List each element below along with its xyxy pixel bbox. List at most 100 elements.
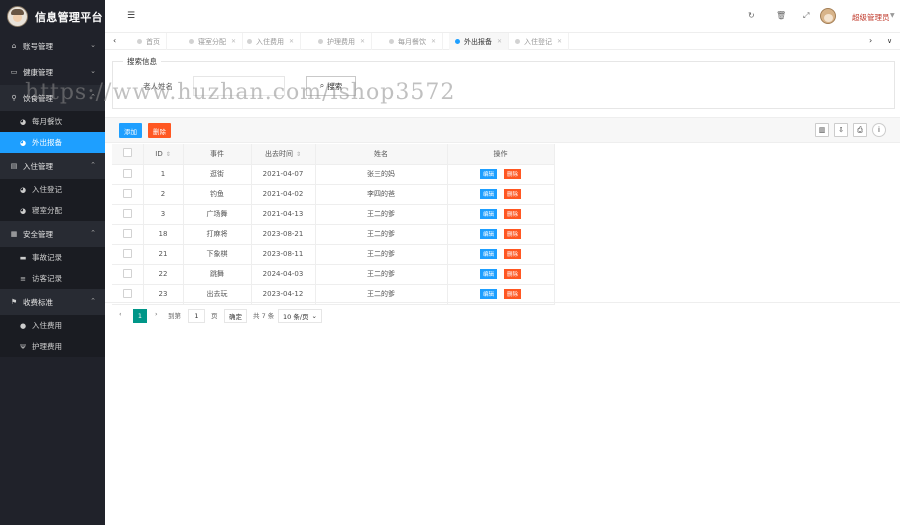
- tabs-prev-icon[interactable]: ‹: [113, 36, 116, 45]
- close-icon[interactable]: ✕: [431, 38, 436, 45]
- sidebar-group-header[interactable]: ⌂ 账号管理 ⌄: [0, 33, 105, 59]
- edit-button[interactable]: 编辑: [479, 269, 497, 279]
- row-checkbox-cell[interactable]: [112, 264, 144, 285]
- edit-button[interactable]: 编辑: [479, 249, 497, 259]
- close-icon[interactable]: ✕: [557, 38, 562, 45]
- tab[interactable]: 入住登记 ✕: [509, 33, 570, 50]
- tab[interactable]: 寝室分配 ✕: [183, 33, 244, 50]
- row-checkbox-cell[interactable]: [112, 284, 144, 305]
- sidebar-item[interactable]: ◕ 每月餐饮: [0, 111, 105, 132]
- sidebar-item[interactable]: ≡ 访客记录: [0, 268, 105, 289]
- table-row[interactable]: 22 跳舞 2024-04-03 王二的爹 编辑 删除: [112, 264, 555, 285]
- table-row[interactable]: 18 打麻将 2023-08-21 王二的爹 编辑 删除: [112, 224, 555, 245]
- row-delete-button[interactable]: 删除: [504, 269, 522, 279]
- print-icon[interactable]: ⎙: [853, 123, 867, 137]
- export-icon[interactable]: ⇩: [834, 123, 848, 137]
- tab-label: 入住费用: [256, 37, 284, 46]
- tab-label: 首页: [146, 37, 160, 46]
- tab[interactable]: 首页: [131, 33, 167, 50]
- sidebar-item[interactable]: ◕ 寝室分配: [0, 200, 105, 221]
- pager-prev-icon[interactable]: ‹: [119, 310, 122, 318]
- checkbox-icon[interactable]: [122, 228, 132, 238]
- logo[interactable]: 信息管理平台: [0, 0, 105, 33]
- pager-size-select[interactable]: 10 条/页 ⌄: [278, 309, 322, 323]
- sidebar-item[interactable]: ● 入住费用: [0, 315, 105, 336]
- checkbox-icon[interactable]: [122, 188, 132, 198]
- row-delete-button[interactable]: 删除: [504, 289, 522, 299]
- column-header-label: 姓名: [374, 149, 388, 158]
- cell-time: 2021-04-13: [251, 204, 316, 225]
- delete-button[interactable]: 删除: [148, 123, 171, 138]
- checkbox-icon[interactable]: [122, 288, 132, 298]
- sidebar-group: ▦ 安全管理 ⌃ ▬ 事故记录 ≡ 访客记录: [0, 221, 105, 289]
- tab[interactable]: 护理费用 ✕: [312, 33, 373, 50]
- row-checkbox-cell[interactable]: [112, 244, 144, 265]
- table-row[interactable]: 3 广场舞 2021-04-13 王二的爹 编辑 删除: [112, 204, 555, 225]
- table-row[interactable]: 23 出去玩 2023-04-12 王二的爹 编辑 删除: [112, 284, 555, 305]
- tabs-menu-icon[interactable]: ∨: [887, 37, 892, 45]
- row-checkbox-cell[interactable]: [112, 224, 144, 245]
- table-panel: 添加 删除 ▥ ⇩ ⎙ i ID ⇕ 事件 出去时间 ⇕ 姓名 操作 1 逛街 20…: [105, 117, 900, 329]
- sort-icon[interactable]: ⇕: [296, 151, 301, 158]
- header-checkbox[interactable]: [112, 144, 144, 165]
- checkbox-icon[interactable]: [122, 248, 132, 258]
- row-delete-button[interactable]: 删除: [504, 249, 522, 259]
- sidebar-group-header[interactable]: ▤ 入住管理 ⌃: [0, 153, 105, 179]
- checkbox-icon[interactable]: [122, 168, 132, 178]
- row-delete-button[interactable]: 删除: [504, 189, 522, 199]
- columns-icon[interactable]: ▥: [815, 123, 829, 137]
- sidebar-item[interactable]: ◕ 入住登记: [0, 179, 105, 200]
- row-delete-button[interactable]: 删除: [504, 169, 522, 179]
- refresh-icon[interactable]: ↻: [748, 11, 755, 20]
- column-header-event: 事件: [183, 144, 252, 165]
- checkbox-icon[interactable]: [122, 148, 132, 158]
- row-checkbox-cell[interactable]: [112, 204, 144, 225]
- tab[interactable]: 入住费用 ✕: [241, 33, 302, 50]
- pager-next-icon[interactable]: ›: [155, 310, 158, 318]
- edit-button[interactable]: 编辑: [479, 229, 497, 239]
- table-row[interactable]: 2 钓鱼 2021-04-02 李四的爸 编辑 删除: [112, 184, 555, 205]
- menu-toggle-icon[interactable]: ☰: [127, 11, 135, 21]
- table-toolbar: 添加 删除 ▥ ⇩ ⎙ i: [105, 117, 900, 143]
- add-button[interactable]: 添加: [119, 123, 142, 138]
- table-row[interactable]: 1 逛街 2021-04-07 张三的妈 编辑 删除: [112, 164, 555, 185]
- trash-icon[interactable]: 🗑: [776, 11, 786, 20]
- info-icon[interactable]: i: [872, 123, 886, 137]
- tab[interactable]: 每月餐饮 ✕: [383, 33, 444, 50]
- edit-button[interactable]: 编辑: [479, 189, 497, 199]
- checkbox-icon[interactable]: [122, 208, 132, 218]
- sidebar-group-header[interactable]: ▦ 安全管理 ⌃: [0, 221, 105, 247]
- column-header-id[interactable]: ID ⇕: [143, 144, 184, 165]
- edit-button[interactable]: 编辑: [479, 289, 497, 299]
- pager-current-page[interactable]: 1: [133, 309, 147, 323]
- edit-button[interactable]: 编辑: [479, 169, 497, 179]
- tabs-bar: ‹ 首页 寝室分配 ✕ 入住费用 ✕ 护理费用 ✕ 每月餐饮 ✕ 外出报备 ✕ 入住登记 ✕ › ∨: [105, 33, 900, 50]
- close-icon[interactable]: ✕: [231, 38, 236, 45]
- row-delete-button[interactable]: 删除: [504, 229, 522, 239]
- checkbox-icon[interactable]: [122, 268, 132, 278]
- column-header-time[interactable]: 出去时间 ⇕: [251, 144, 316, 165]
- cell-actions: 编辑 删除: [447, 264, 555, 285]
- sidebar-item[interactable]: ▬ 事故记录: [0, 247, 105, 268]
- row-checkbox-cell[interactable]: [112, 164, 144, 185]
- sort-icon[interactable]: ⇕: [166, 151, 171, 158]
- close-icon[interactable]: ✕: [289, 38, 294, 45]
- sidebar-group-header[interactable]: ⚑ 收费标准 ⌃: [0, 289, 105, 315]
- tab[interactable]: 外出报备 ✕: [449, 33, 510, 50]
- edit-button[interactable]: 编辑: [479, 209, 497, 219]
- chevron-down-icon[interactable]: ▼: [890, 12, 895, 19]
- pager-goto-input[interactable]: 1: [188, 309, 205, 323]
- pager-confirm-button[interactable]: 确定: [224, 309, 247, 323]
- fullscreen-icon[interactable]: ⤢: [803, 11, 809, 21]
- avatar[interactable]: [820, 8, 836, 24]
- row-delete-button[interactable]: 删除: [504, 209, 522, 219]
- column-header-label: 出去时间: [264, 149, 293, 158]
- row-checkbox-cell[interactable]: [112, 184, 144, 205]
- close-icon[interactable]: ✕: [497, 38, 502, 45]
- user-name[interactable]: 超级管理员: [852, 12, 890, 23]
- tabs-next-icon[interactable]: ›: [869, 36, 872, 45]
- table-row[interactable]: 21 下象棋 2023-08-11 王二的爹 编辑 删除: [112, 244, 555, 265]
- sidebar-item[interactable]: ◕ 外出报备: [0, 132, 105, 153]
- sidebar-item[interactable]: Ψ 护理费用: [0, 336, 105, 357]
- close-icon[interactable]: ✕: [360, 38, 365, 45]
